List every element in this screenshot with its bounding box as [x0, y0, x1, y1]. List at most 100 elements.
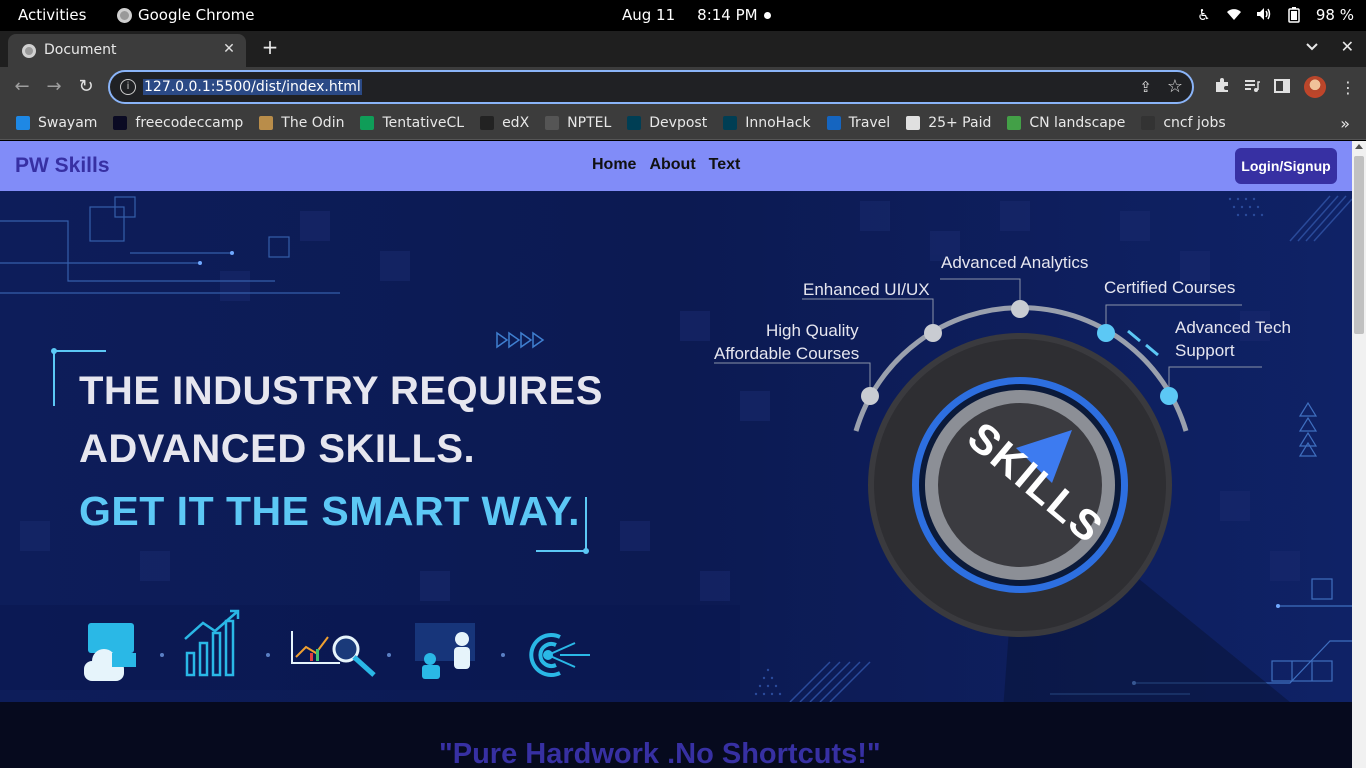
- bookmark-item[interactable]: Travel: [826, 115, 891, 131]
- bookmark-item[interactable]: cncf jobs: [1141, 115, 1226, 131]
- activities-button[interactable]: Activities: [18, 6, 86, 24]
- clock[interactable]: Aug 11 8:14 PM: [622, 6, 758, 24]
- forward-arrow-icon[interactable]: →: [43, 76, 65, 98]
- browser-toolbar: ← → ↻ i 127.0.0.1:5500/dist/index.html ⇪…: [0, 67, 1366, 107]
- odin-icon: [259, 116, 274, 130]
- volume-icon: [1256, 7, 1272, 23]
- site-info-icon[interactable]: i: [120, 79, 136, 95]
- battery-icon: [1286, 7, 1302, 23]
- battery-percent: 98 %: [1315, 6, 1354, 24]
- nav-home[interactable]: Home: [592, 156, 636, 174]
- bookmark-item[interactable]: Devpost: [627, 115, 707, 131]
- bookmark-item[interactable]: NPTEL: [545, 115, 611, 131]
- bookmark-label: cncf jobs: [1163, 115, 1226, 131]
- bookmark-label: 25+ Paid: [928, 115, 992, 131]
- landscape-icon: [1007, 116, 1022, 130]
- hero-headline-line1: THE INDUSTRY REQUIRES: [79, 369, 603, 413]
- system-top-bar: Activities Google Chrome Aug 11 8:14 PM …: [0, 0, 1366, 31]
- sheets-icon: [360, 116, 375, 130]
- app-name: Google Chrome: [138, 6, 255, 24]
- back-arrow-icon[interactable]: ←: [11, 76, 33, 98]
- bookmark-item[interactable]: edX: [480, 115, 529, 131]
- label-high-quality: High Quality: [766, 321, 859, 340]
- bookmark-label: InnoHack: [745, 115, 811, 131]
- label-advanced-analytics: Advanced Analytics: [941, 253, 1089, 272]
- bookmark-label: Swayam: [38, 115, 98, 131]
- quote-section: "Pure Hardwork .No Shortcuts!": [0, 702, 1352, 768]
- chrome-icon: [117, 7, 132, 23]
- wifi-icon: [1226, 7, 1242, 23]
- share-icon[interactable]: ⇪: [1139, 78, 1152, 96]
- bookmark-item[interactable]: Swayam: [16, 115, 97, 131]
- site-navbar: PW Skills Home About Text Login/Signup: [0, 141, 1352, 191]
- side-panel-icon[interactable]: [1274, 78, 1290, 97]
- toolbar-actions: ⋮: [1214, 76, 1356, 98]
- devpost-icon: [627, 116, 642, 130]
- hero-headline-line2: ADVANCED SKILLS.: [79, 427, 476, 471]
- cncf-icon: [1141, 116, 1156, 130]
- extensions-puzzle-icon[interactable]: [1214, 77, 1230, 97]
- label-support: Support: [1175, 341, 1235, 360]
- bookmark-item[interactable]: 25+ Paid: [906, 115, 991, 131]
- notification-dot-icon: [764, 12, 771, 19]
- bookmark-label: freecodeccamp: [135, 115, 244, 131]
- window-close-icon[interactable]: ✕: [1341, 37, 1354, 56]
- bookmark-item[interactable]: freecodeccamp: [113, 115, 243, 131]
- bookmark-item[interactable]: The Odin: [259, 115, 344, 131]
- quote-text: "Pure Hardwork .No Shortcuts!": [439, 738, 881, 768]
- time: 8:14 PM: [697, 6, 758, 24]
- accessibility-icon[interactable]: ♿: [1196, 7, 1212, 23]
- url-text[interactable]: 127.0.0.1:5500/dist/index.html: [143, 79, 362, 95]
- bookmark-label: CN landscape: [1029, 115, 1126, 131]
- globe-icon: [22, 44, 36, 58]
- more-bookmarks-icon[interactable]: »: [1340, 114, 1350, 133]
- tab-title: Document: [44, 42, 117, 58]
- bookmark-star-icon[interactable]: ☆: [1167, 76, 1183, 97]
- app-menu[interactable]: Google Chrome: [117, 6, 255, 24]
- bookmark-item[interactable]: CN landscape: [1007, 115, 1125, 131]
- address-bar[interactable]: i 127.0.0.1:5500/dist/index.html ⇪ ☆: [108, 70, 1194, 104]
- brand-logo[interactable]: PW Skills: [15, 154, 110, 178]
- bookmark-label: Devpost: [649, 115, 708, 131]
- nav-text[interactable]: Text: [709, 156, 741, 174]
- scroll-up-arrow-icon[interactable]: [1355, 144, 1363, 149]
- bookmark-item[interactable]: InnoHack: [723, 115, 811, 131]
- bookmark-label: The Odin: [281, 115, 345, 131]
- label-certified-courses: Certified Courses: [1104, 278, 1236, 297]
- freecodecamp-icon: [113, 116, 128, 130]
- bookmark-label: edX: [502, 115, 530, 131]
- system-tray[interactable]: ♿ 98 %: [1196, 6, 1354, 24]
- scrollbar-thumb[interactable]: [1354, 156, 1364, 334]
- nav-about[interactable]: About: [649, 156, 695, 174]
- bookmark-item[interactable]: TentativeCL: [360, 115, 464, 131]
- chrome-menu-icon[interactable]: ⋮: [1340, 78, 1356, 97]
- close-tab-icon[interactable]: ✕: [220, 40, 238, 58]
- bookmark-label: TentativeCL: [382, 115, 465, 131]
- tab-search-chevron-icon[interactable]: [1306, 39, 1318, 55]
- swayam-icon: [16, 116, 30, 130]
- label-advanced-tech: Advanced Tech: [1175, 318, 1291, 337]
- hero-banner: THE INDUSTRY REQUIRES ADVANCED SKILLS. G…: [0, 191, 1352, 702]
- profile-avatar[interactable]: [1304, 76, 1326, 98]
- login-signup-button[interactable]: Login/Signup: [1235, 148, 1337, 184]
- bookmarks-bar: Swayam freecodeccamp The Odin TentativeCL ed…: [0, 107, 1366, 140]
- label-enhanced-uiux: Enhanced UI/UX: [803, 280, 930, 299]
- travel-icon: [826, 116, 841, 130]
- doc-icon: [906, 116, 921, 130]
- date: Aug 11: [622, 6, 676, 24]
- bookmark-label: Travel: [848, 115, 891, 131]
- new-tab-button[interactable]: +: [260, 37, 280, 57]
- tab-strip: Document ✕ + ✕: [0, 31, 1366, 67]
- bookmark-label: NPTEL: [567, 115, 612, 131]
- reload-icon[interactable]: ↻: [75, 76, 97, 98]
- page-viewport: PW Skills Home About Text Login/Signup T…: [0, 141, 1366, 768]
- devpost-icon: [723, 116, 738, 130]
- tab-document[interactable]: Document ✕: [8, 34, 246, 67]
- page-scrollbar[interactable]: [1352, 141, 1366, 768]
- hero-tagline: GET IT THE SMART WAY.: [79, 488, 581, 534]
- nav-links: Home About Text: [592, 156, 740, 174]
- media-queue-icon[interactable]: [1244, 78, 1260, 97]
- nptel-icon: [545, 116, 560, 130]
- label-affordable-courses: Affordable Courses: [714, 344, 860, 363]
- edx-icon: [480, 116, 495, 130]
